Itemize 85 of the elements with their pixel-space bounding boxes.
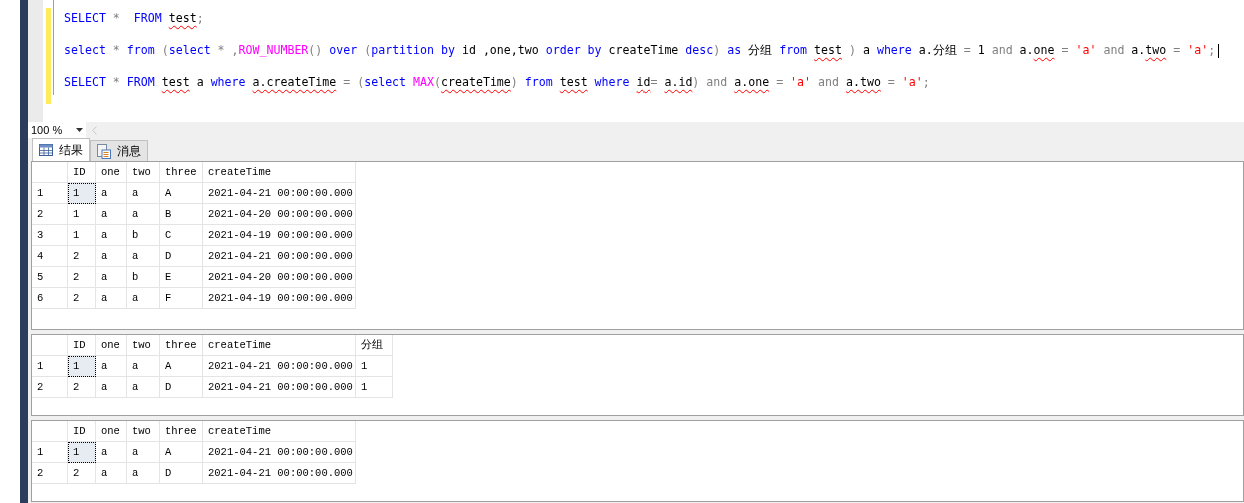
table-cell: a [96, 267, 127, 288]
table-cell: C [160, 225, 203, 246]
table-cell: 2 [68, 463, 96, 484]
code-line: SELECT * FROM test; [64, 10, 205, 27]
table-cell: 2021-04-21 00:00:00.000 [203, 183, 356, 204]
code-line: SELECT * FROM test a where a.createTime = (select MAX(createTime) from test where id= a.id) and a.one = 'a' and a.two = 'a'; [64, 74, 931, 91]
table-cell: a [127, 356, 160, 377]
table-cell: a [96, 204, 127, 225]
caret-icon [76, 128, 84, 132]
column-header[interactable]: ID [68, 335, 96, 356]
table-cell: 1 [356, 377, 393, 398]
table-cell: a [96, 183, 127, 204]
table-cell: A [160, 183, 203, 204]
column-header[interactable]: createTime [203, 162, 356, 183]
table-cell: a [96, 463, 127, 484]
table-cell: 2021-04-20 00:00:00.000 [203, 204, 356, 225]
table-cell: A [160, 356, 203, 377]
table-cell: 2021-04-21 00:00:00.000 [203, 463, 356, 484]
column-header[interactable]: one [96, 162, 127, 183]
table-cell: 2021-04-21 00:00:00.000 [203, 442, 356, 463]
column-header[interactable]: three [160, 162, 203, 183]
table-cell: 2 [68, 288, 96, 309]
table-cell: 1 [68, 183, 96, 204]
table-cell: a [96, 288, 127, 309]
table-cell: a [127, 463, 160, 484]
column-header[interactable]: two [127, 162, 160, 183]
row-number[interactable]: 6 [32, 288, 68, 309]
column-header[interactable]: one [96, 335, 127, 356]
result-tab[interactable]: 结果 [32, 138, 90, 161]
column-header[interactable]: two [127, 335, 160, 356]
column-header[interactable]: one [96, 421, 127, 442]
column-header[interactable]: createTime [203, 335, 356, 356]
zoom-dropdown[interactable]: 100 % [28, 122, 87, 138]
table-cell: 1 [356, 356, 393, 377]
column-header[interactable]: ID [68, 162, 96, 183]
row-number[interactable]: 4 [32, 246, 68, 267]
table-cell: 2 [68, 246, 96, 267]
table-cell: 2021-04-20 00:00:00.000 [203, 267, 356, 288]
table-cell: b [127, 267, 160, 288]
table-cell: a [96, 442, 127, 463]
table-cell: a [127, 183, 160, 204]
column-header[interactable]: three [160, 335, 203, 356]
table-cell: a [127, 246, 160, 267]
table-cell: 2021-04-21 00:00:00.000 [203, 246, 356, 267]
table-cell: a [127, 204, 160, 225]
table-cell: a [127, 442, 160, 463]
table-cell: a [96, 356, 127, 377]
row-number[interactable]: 5 [32, 267, 68, 288]
table-cell: a [127, 377, 160, 398]
column-header[interactable]: ID [68, 421, 96, 442]
table-cell: A [160, 442, 203, 463]
table-cell: F [160, 288, 203, 309]
table-cell: D [160, 246, 203, 267]
table-cell: B [160, 204, 203, 225]
table-cell: b [127, 225, 160, 246]
table-cell: 1 [68, 204, 96, 225]
column-header[interactable]: createTime [203, 421, 356, 442]
table-cell: a [127, 288, 160, 309]
table-cell: a [96, 225, 127, 246]
table-cell: 1 [68, 442, 96, 463]
table-cell: 2021-04-19 00:00:00.000 [203, 288, 356, 309]
table-cell: 2021-04-19 00:00:00.000 [203, 225, 356, 246]
table-cell: 2021-04-21 00:00:00.000 [203, 377, 356, 398]
result-tab[interactable]: 消息 [90, 140, 148, 161]
document-icon [97, 143, 111, 159]
table-cell: 2 [68, 267, 96, 288]
table-cell: 2 [68, 377, 96, 398]
row-number[interactable]: 2 [32, 204, 68, 225]
table-cell: 2021-04-21 00:00:00.000 [203, 356, 356, 377]
table-cell: E [160, 267, 203, 288]
code-line: select * from (select * ,ROW_NUMBER() over (partition by id ,one,two order by createTime desc) as 分组 from test ) a where a.分组 = 1 and a.one = 'a' and a.two = 'a'; [64, 41, 1220, 73]
table-cell: a [96, 377, 127, 398]
table-cell: 1 [68, 225, 96, 246]
column-header[interactable]: three [160, 421, 203, 442]
column-header[interactable]: two [127, 421, 160, 442]
code-editor[interactable] [28, 0, 1244, 122]
table-cell: a [96, 246, 127, 267]
table-cell: D [160, 377, 203, 398]
table-cell: D [160, 463, 203, 484]
grid-icon [39, 144, 53, 156]
table-cell: 1 [68, 356, 96, 377]
row-number[interactable]: 3 [32, 225, 68, 246]
row-number[interactable]: 2 [32, 463, 68, 484]
row-number[interactable]: 2 [32, 377, 68, 398]
column-header[interactable]: 分组 [356, 335, 393, 356]
